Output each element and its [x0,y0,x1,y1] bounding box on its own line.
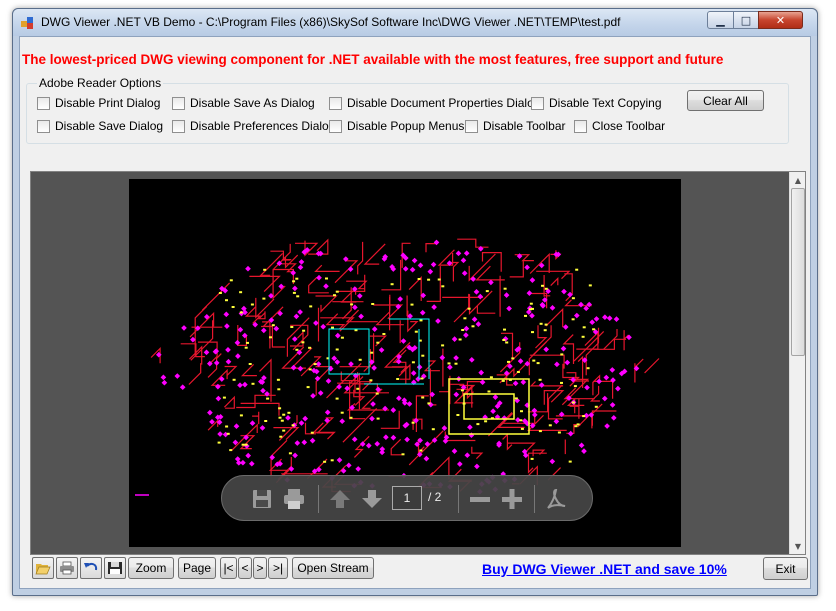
checkbox-label: Disable Preferences Dialog [190,119,336,133]
checkbox-disable-print-dialog[interactable]: Disable Print Dialog [37,96,160,110]
checkbox-box[interactable] [465,119,478,133]
checkbox-label: Disable Toolbar [483,119,566,133]
checkbox-disable-toolbar[interactable]: Disable Toolbar [465,119,566,133]
print-icon [60,561,74,575]
checkbox-label: Disable Print Dialog [55,96,161,110]
minimize-button[interactable]: ▁ [707,11,734,29]
undo-icon [84,562,98,571]
checkbox-box[interactable] [172,96,185,110]
first-page-button[interactable]: |< [220,557,237,579]
checkbox-label: Disable Save Dialog [55,119,164,133]
checkbox-box[interactable] [574,119,587,133]
application-window: DWG Viewer .NET VB Demo - C:\Program Fil… [12,8,818,596]
page-number-input[interactable]: 1 [392,486,422,510]
checkbox-label: Disable Popup Menus [347,119,465,133]
scroll-up-icon[interactable]: ▲ [790,172,805,188]
page-up-icon[interactable] [328,487,352,511]
previous-page-button[interactable]: < [238,557,252,579]
cad-geometry [135,238,660,496]
save-icon[interactable] [250,487,274,511]
zoom-out-icon[interactable] [468,487,492,511]
last-page-button[interactable]: >| [268,557,288,579]
page-button[interactable]: Page [178,557,216,579]
checkbox-label: Disable Save As Dialog [190,96,315,110]
close-button[interactable]: ✕ [758,11,803,29]
vertical-scrollbar[interactable]: ▲ ▼ [789,172,805,554]
checkbox-box[interactable] [172,119,185,133]
pdf-viewer[interactable]: 1 / 2 ▲ ▼ [30,171,806,555]
page-total: / 2 [428,490,442,504]
pdf-floating-toolbar: 1 / 2 [221,475,593,521]
promo-banner: The lowest-priced DWG viewing component … [22,52,724,67]
toolbar-separator [458,485,459,513]
zoom-in-icon[interactable] [500,487,524,511]
maximize-button[interactable]: □ [733,11,759,29]
checkbox-box[interactable] [531,96,544,110]
title-bar[interactable]: DWG Viewer .NET VB Demo - C:\Program Fil… [13,9,817,36]
exit-button[interactable]: Exit [763,557,808,580]
checkbox-disable-popup-menus[interactable]: Disable Popup Menus [329,119,464,133]
checkbox-box[interactable] [329,96,342,110]
buy-link[interactable]: Buy DWG Viewer .NET and save 10% [482,561,727,577]
checkbox-close-toolbar[interactable]: Close Toolbar [574,119,665,133]
save-button[interactable] [104,557,126,579]
open-stream-button[interactable]: Open Stream [292,557,374,579]
clear-all-button[interactable]: Clear All [687,90,764,111]
toolbar-separator [534,485,535,513]
checkbox-label: Close Toolbar [592,119,666,133]
checkbox-disable-document-properties-dialog[interactable]: Disable Document Properties Dialog [329,96,540,110]
acrobat-icon[interactable] [544,487,568,511]
scroll-down-icon[interactable]: ▼ [790,538,805,554]
page-down-icon[interactable] [360,487,384,511]
adobe-reader-options-group [26,83,789,144]
scrollbar-thumb[interactable] [791,188,805,356]
undo-button[interactable] [80,557,102,579]
checkbox-disable-text-copying[interactable]: Disable Text Copying [531,96,662,110]
checkbox-label: Disable Text Copying [549,96,662,110]
checkbox-disable-save-dialog[interactable]: Disable Save Dialog [37,119,163,133]
checkbox-box[interactable] [37,96,50,110]
checkbox-label: Disable Document Properties Dialog [347,96,541,110]
client-area: The lowest-priced DWG viewing component … [19,36,811,589]
zoom-button[interactable]: Zoom [128,557,174,579]
print-button[interactable] [56,557,78,579]
open-button[interactable] [32,557,54,579]
checkbox-disable-preferences-dialog[interactable]: Disable Preferences Dialog [172,119,335,133]
checkbox-disable-save-as-dialog[interactable]: Disable Save As Dialog [172,96,315,110]
next-page-button[interactable]: > [253,557,267,579]
checkbox-box[interactable] [329,119,342,133]
checkbox-box[interactable] [37,119,50,133]
print-icon[interactable] [282,487,306,511]
open-folder-icon [35,564,51,575]
toolbar-separator [318,485,319,513]
save-icon [108,562,122,574]
window-title: DWG Viewer .NET VB Demo - C:\Program Fil… [41,15,621,29]
pdf-page[interactable]: 1 / 2 [129,179,681,547]
app-icon [21,17,33,29]
group-label: Adobe Reader Options [37,76,164,90]
